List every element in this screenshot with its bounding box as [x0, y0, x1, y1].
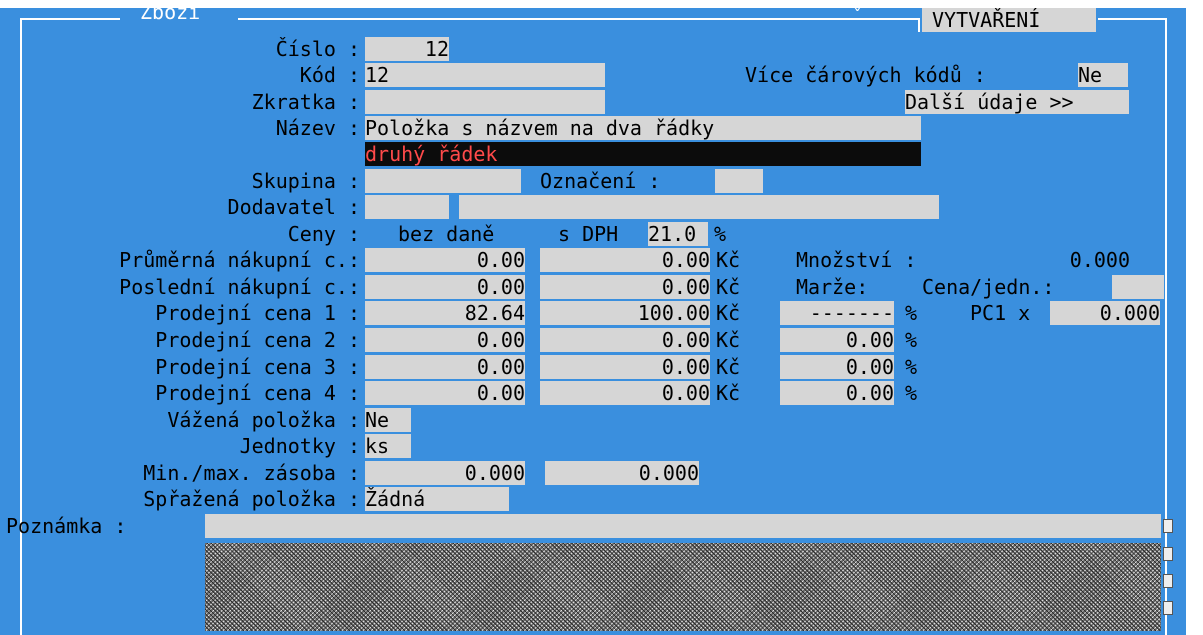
nazev-field-line2[interactable]: druhý řádek — [365, 142, 921, 166]
sprazena-field[interactable]: Žádná — [365, 487, 509, 511]
poznamka-line1[interactable] — [205, 514, 1161, 538]
zasoba-max-field[interactable]: 0.000 — [545, 461, 699, 485]
cena-jedn-field[interactable] — [1112, 275, 1164, 299]
price-currency: Kč — [716, 328, 741, 352]
poznamka-memo-area[interactable] — [205, 543, 1161, 631]
price-gross-field[interactable]: 100.00 — [540, 301, 710, 325]
mnozstvi-label: Množství : — [796, 248, 917, 272]
memo-scroll-box-icon — [1163, 519, 1173, 533]
pc1-label: PC1 x — [970, 301, 1031, 325]
margin-pct: % — [905, 381, 918, 405]
jednotky-field[interactable]: ks — [365, 434, 411, 458]
zasoba-min-field[interactable]: 0.000 — [365, 461, 525, 485]
margin-field[interactable]: 0.00 — [780, 355, 894, 379]
dalsi-udaje-button[interactable]: Další údaje >> — [905, 90, 1129, 114]
dodavatel-label: Dodavatel : — [227, 195, 360, 219]
poznamka-label: Poznámka : — [6, 514, 127, 538]
price-net-field[interactable]: 0.00 — [365, 381, 525, 405]
cislo-field[interactable]: 12 — [365, 37, 449, 61]
price-gross-field[interactable]: 0.00 — [540, 248, 710, 272]
margin-field[interactable]: 0.00 — [780, 381, 894, 405]
price-row-label: Prodejní cena 1 : — [155, 301, 360, 325]
ceny-label: Ceny : — [287, 222, 360, 246]
margin-field[interactable]: ------- — [780, 301, 894, 325]
vazena-field[interactable]: Ne — [365, 408, 411, 432]
frame-right — [1165, 18, 1167, 635]
frame-top-left — [20, 18, 120, 20]
memo-scroll-box-icon — [1163, 547, 1173, 561]
frame-top-right — [1098, 18, 1166, 20]
kod-field[interactable]: 12 — [365, 63, 605, 87]
margin-field[interactable]: 0.00 — [780, 328, 894, 352]
skupina-label: Skupina : — [251, 169, 360, 193]
vat-rate-field[interactable]: 21.0 — [648, 222, 708, 246]
price-currency: Kč — [716, 301, 741, 325]
vat-pct: % — [714, 222, 727, 246]
mnozstvi-value: 0.000 — [1069, 248, 1130, 272]
price-row-label: Prodejní cena 2 : — [155, 328, 360, 352]
dodavatel-code-field[interactable] — [365, 195, 449, 219]
jednotky-label: Jednotky : — [239, 434, 360, 458]
margin-pct: % — [905, 328, 918, 352]
vazena-label: Vážená položka : — [167, 408, 360, 432]
pc1-field[interactable]: 0.000 — [1050, 301, 1160, 325]
price-currency: Kč — [716, 355, 741, 379]
cursor-marker-icon: ˇ — [852, 8, 863, 27]
frame-left — [20, 18, 22, 635]
zkratka-field[interactable] — [365, 90, 605, 114]
oznaceni-label: Označení : — [540, 169, 661, 193]
price-gross-field[interactable]: 0.00 — [540, 381, 710, 405]
margin-pct: % — [905, 301, 918, 325]
price-currency: Kč — [716, 275, 741, 299]
price-net-field[interactable]: 0.00 — [365, 275, 525, 299]
skupina-field[interactable] — [365, 169, 521, 193]
price-net-field[interactable]: 0.00 — [365, 248, 525, 272]
price-net-field[interactable]: 82.64 — [365, 301, 525, 325]
price-row-label: Průměrná nákupní c.: — [119, 248, 360, 272]
margin-pct: % — [905, 355, 918, 379]
cena-jedn-label: Cena/jedn.: — [922, 275, 1055, 299]
price-row-label: Prodejní cena 3 : — [155, 355, 360, 379]
kod-label: Kód : — [299, 63, 360, 87]
vice-carovych-field[interactable]: Ne — [1078, 63, 1128, 87]
sprazena-label: Spřažená položka : — [143, 487, 360, 511]
marze-label: Marže: — [796, 275, 869, 299]
nazev-field-line1[interactable]: Položka s názvem na dva řádky — [365, 116, 921, 140]
frame-top-mid — [238, 18, 918, 20]
price-currency: Kč — [716, 381, 741, 405]
oznaceni-field[interactable] — [715, 169, 763, 193]
zkratka-label: Zkratka : — [251, 90, 360, 114]
cislo-label: Číslo : — [275, 37, 360, 61]
price-gross-field[interactable]: 0.00 — [540, 355, 710, 379]
frame-title-divider — [918, 18, 920, 32]
col-s-dph: s DPH — [558, 222, 619, 246]
zasoba-label: Min./max. zásoba : — [143, 461, 360, 485]
window-title: Zboží — [140, 8, 201, 24]
nazev-label: Název : — [275, 116, 360, 140]
mode-badge: VYTVAŘENÍ — [922, 8, 1096, 32]
price-row-label: Prodejní cena 4 : — [155, 381, 360, 405]
memo-scroll-box-icon — [1163, 601, 1173, 615]
dodavatel-name-field[interactable] — [459, 195, 939, 219]
price-net-field[interactable]: 0.00 — [365, 355, 525, 379]
dos-form-window: Zboží VYTVAŘENÍ ˇ Číslo : 12 Kód : 12 Ví… — [0, 8, 1186, 635]
memo-scroll-box-icon — [1163, 574, 1173, 588]
vice-carovych-label: Více čárových kódů : — [745, 63, 986, 87]
price-currency: Kč — [716, 248, 741, 272]
col-bez-dane: bez daně — [398, 222, 495, 246]
price-row-label: Poslední nákupní c.: — [119, 275, 360, 299]
price-gross-field[interactable]: 0.00 — [540, 328, 710, 352]
price-net-field[interactable]: 0.00 — [365, 328, 525, 352]
price-gross-field[interactable]: 0.00 — [540, 275, 710, 299]
